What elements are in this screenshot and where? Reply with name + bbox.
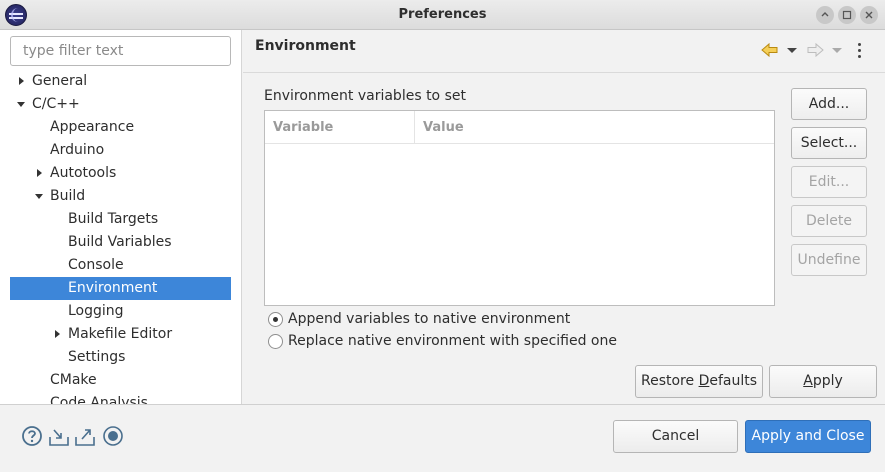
tree-item-build[interactable]: Build [10, 185, 231, 208]
record-icon[interactable] [102, 425, 124, 447]
apply-button[interactable]: Apply [769, 365, 877, 398]
back-arrow-icon[interactable] [761, 42, 779, 58]
tree-item-label: C/C++ [32, 96, 80, 112]
tree-item-label: Arduino [50, 142, 105, 158]
minimize-icon [821, 12, 829, 17]
section-label: Environment variables to set [264, 88, 466, 104]
page-title: Environment [255, 38, 356, 54]
tree-item-arduino[interactable]: Arduino [10, 139, 231, 162]
maximize-icon [842, 10, 852, 20]
tree-item-label: Build Targets [68, 211, 159, 227]
tree-item-label: Logging [68, 303, 124, 319]
tree-item-c-c[interactable]: C/C++ [10, 93, 231, 116]
column-header-variable[interactable]: Variable [265, 111, 415, 144]
maximize-button[interactable] [838, 6, 856, 24]
replace-radio-label: Replace native environment with specifie… [288, 333, 617, 349]
tree-item-label: Build [50, 188, 86, 204]
tree-item-settings[interactable]: Settings [10, 346, 231, 369]
tree-item-label: Appearance [50, 119, 135, 135]
undefine-button[interactable]: Undefine [791, 244, 867, 276]
edit-button[interactable]: Edit... [791, 166, 867, 198]
back-history-dropdown-icon[interactable] [787, 48, 797, 53]
forward-arrow-icon[interactable] [806, 42, 824, 58]
environment-variables-table[interactable]: Variable Value [264, 110, 775, 306]
tree-item-logging[interactable]: Logging [10, 300, 231, 323]
header-divider [243, 72, 885, 73]
collapsed-chevron-icon[interactable] [52, 323, 64, 346]
preference-tree-panel: General C/C++ Appearance Arduino Autotools Bu… [0, 30, 242, 404]
tree-item-label: CMake [50, 372, 97, 388]
tree-item-cmake[interactable]: CMake [10, 369, 231, 392]
footer-divider [0, 404, 885, 405]
minimize-button[interactable] [816, 6, 834, 24]
tree-item-autotools[interactable]: Autotools [10, 162, 231, 185]
column-header-value[interactable]: Value [415, 111, 774, 144]
close-icon [865, 11, 873, 19]
tree-item-label: General [32, 73, 88, 89]
tree-item-build-variables[interactable]: Build Variables [10, 231, 231, 254]
forward-history-dropdown-icon[interactable] [832, 48, 842, 53]
replace-radio[interactable] [268, 334, 283, 349]
tree-item-label: Console [68, 257, 124, 273]
title-bar: Preferences [0, 0, 885, 30]
tree-item-general[interactable]: General [10, 70, 231, 93]
tree-item-appearance[interactable]: Appearance [10, 116, 231, 139]
preference-tree: General C/C++ Appearance Arduino Autotools Bu… [10, 70, 231, 404]
help-icon[interactable] [21, 425, 43, 447]
apply-and-close-button[interactable]: Apply and Close [745, 420, 871, 453]
view-menu-icon[interactable] [858, 43, 862, 59]
cancel-button[interactable]: Cancel [613, 420, 738, 453]
collapsed-chevron-icon[interactable] [16, 70, 28, 93]
import-icon[interactable] [48, 425, 70, 447]
table-header: Variable Value [265, 111, 774, 144]
tree-item-console[interactable]: Console [10, 254, 231, 277]
tree-item-label: Makefile Editor [68, 326, 173, 342]
append-radio[interactable] [268, 312, 283, 327]
export-icon[interactable] [74, 425, 96, 447]
tree-item-makefile-editor[interactable]: Makefile Editor [10, 323, 231, 346]
tree-item-label: Environment [68, 280, 158, 296]
select-button[interactable]: Select... [791, 127, 867, 159]
restore-defaults-button[interactable]: Restore Defaults [635, 365, 763, 398]
window-title: Preferences [398, 7, 487, 22]
tree-item-label: Settings [68, 349, 126, 365]
expanded-chevron-icon[interactable] [34, 185, 46, 208]
filter-input[interactable] [10, 36, 231, 66]
expanded-chevron-icon[interactable] [16, 93, 28, 116]
collapsed-chevron-icon[interactable] [34, 162, 46, 185]
tree-item-build-targets[interactable]: Build Targets [10, 208, 231, 231]
add-button[interactable]: Add... [791, 88, 867, 120]
append-radio-label: Append variables to native environment [288, 311, 571, 327]
tree-item-code-analysis[interactable]: Code Analysis [10, 392, 231, 404]
close-button[interactable] [860, 6, 878, 24]
tree-item-environment[interactable]: Environment [10, 277, 231, 300]
delete-button[interactable]: Delete [791, 205, 867, 237]
tree-item-label: Autotools [50, 165, 117, 181]
tree-item-label: Build Variables [68, 234, 172, 250]
tree-item-label: Code Analysis [50, 395, 148, 404]
